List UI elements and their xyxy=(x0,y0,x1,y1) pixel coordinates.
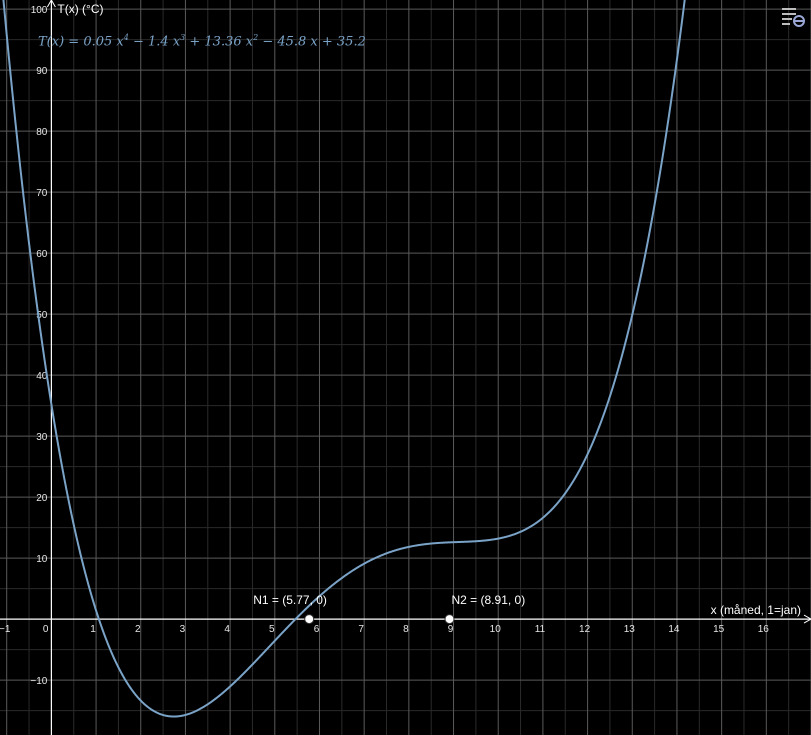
point-label-n1: N1 = (5.77, 0) xyxy=(253,593,327,607)
y-tick-label: 90 xyxy=(36,66,48,77)
y-tick-label: 30 xyxy=(36,432,48,443)
x-tick-label: 15 xyxy=(713,624,725,635)
tick-labels: −1 0 1 2 3 4 5 6 7 8 9 10 11 12 13 14 15 16−1010203040506… xyxy=(0,5,769,687)
x-tick-label: 5 xyxy=(269,624,275,635)
x-tick-label: 11 xyxy=(535,624,546,635)
formula-term-3: − 1.4 x xyxy=(128,34,181,50)
graphics-settings-button[interactable] xyxy=(781,6,805,28)
x-tick-label: 10 xyxy=(490,624,502,635)
x-tick-label: −1 xyxy=(0,624,11,635)
x-tick-label: 4 xyxy=(224,624,230,635)
x-axis-label: x (måned, 1=jan) xyxy=(711,603,801,617)
point-n2[interactable] xyxy=(444,614,455,625)
y-tick-label: 10 xyxy=(36,554,48,565)
x-tick-label: 2 xyxy=(135,624,141,635)
x-tick-label: 0 xyxy=(43,624,49,635)
point-label-n2: N2 = (8.91, 0) xyxy=(452,593,526,607)
point-n1[interactable] xyxy=(304,614,315,625)
formula-term-2: + 13.36 x xyxy=(185,34,254,50)
x-tick-label: 16 xyxy=(758,624,770,635)
graphics-settings-icon xyxy=(782,8,805,27)
y-tick-label: 60 xyxy=(36,249,48,260)
x-tick-label: 12 xyxy=(579,624,591,635)
x-tick-label: 14 xyxy=(668,624,680,635)
x-tick-label: 3 xyxy=(180,624,186,635)
y-axis-label: T(x) (°C) xyxy=(57,2,103,16)
x-tick-label: 8 xyxy=(403,624,409,635)
y-tick-label: 70 xyxy=(36,188,48,199)
x-tick-label: 6 xyxy=(314,624,320,635)
x-tick-label: 13 xyxy=(624,624,636,635)
formula-term-4: 0.05 x xyxy=(83,34,124,50)
function-curve[interactable] xyxy=(0,0,811,718)
y-tick-label: 100 xyxy=(31,5,48,16)
x-tick-label: 1 xyxy=(90,624,96,635)
x-tick-label: 7 xyxy=(358,624,364,635)
formula-equals: = xyxy=(68,34,80,50)
y-tick-label: 80 xyxy=(36,127,48,138)
y-tick-label: 20 xyxy=(36,493,48,504)
formula-function-name: T(x) xyxy=(38,34,65,50)
function-graph[interactable]: −1 0 1 2 3 4 5 6 7 8 9 10 11 12 13 14 15 16−1010203040506… xyxy=(0,0,811,735)
function-formula[interactable]: T(x) = 0.05 x4 − 1.4 x3 + 13.36 x2 − 45.… xyxy=(38,33,366,49)
y-tick-label: −10 xyxy=(30,676,47,687)
x-tick-label: 9 xyxy=(448,624,454,635)
formula-term-rest: − 45.8 x + 35.2 xyxy=(258,34,366,50)
